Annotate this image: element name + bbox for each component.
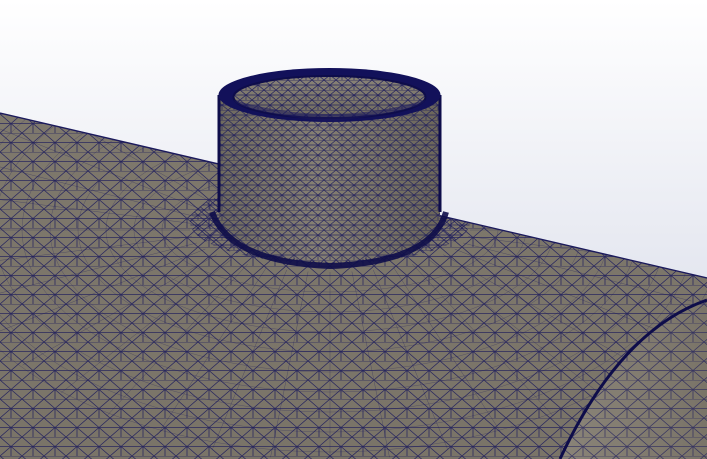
nozzle[interactable] bbox=[209, 68, 449, 270]
mesh-model-view[interactable] bbox=[0, 0, 707, 459]
graphics-viewport[interactable] bbox=[0, 0, 707, 459]
